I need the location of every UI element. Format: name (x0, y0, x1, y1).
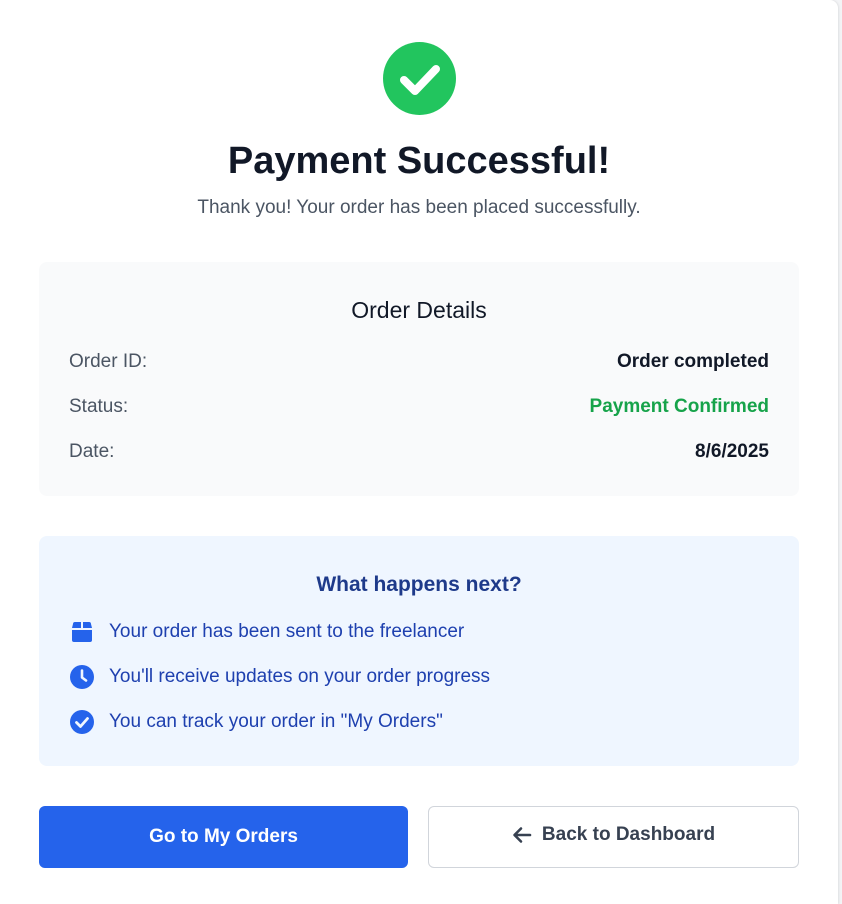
page-title: Payment Successful! (227, 140, 611, 182)
date-label: Date: (69, 441, 115, 462)
next-steps-panel: What happens next? Your order has been s… (39, 536, 799, 766)
back-to-dashboard-button[interactable]: Back to Dashboard (428, 806, 799, 868)
next-step-item: You can track your order in "My Orders" (69, 709, 769, 735)
arrow-left-icon (512, 826, 532, 844)
success-check-icon (383, 42, 456, 115)
page-subtitle: Thank you! Your order has been placed su… (197, 197, 641, 218)
next-step-text: Your order has been sent to the freelanc… (109, 621, 465, 642)
next-step-text: You'll receive updates on your order pro… (109, 666, 491, 687)
next-step-item: Your order has been sent to the freelanc… (69, 619, 769, 645)
date-value: 8/6/2025 (695, 441, 769, 462)
next-steps-heading: What happens next? (316, 573, 522, 596)
back-to-dashboard-label: Back to Dashboard (541, 824, 716, 845)
order-details-heading: Order Details (351, 297, 487, 323)
go-to-my-orders-button[interactable]: Go to My Orders (39, 806, 408, 868)
status-label: Status: (69, 396, 129, 417)
clock-icon (69, 664, 95, 690)
order-details-panel: Order Details Order ID: Order completed … (39, 262, 799, 496)
next-step-item: You'll receive updates on your order pro… (69, 664, 769, 690)
check-circle-icon (69, 709, 95, 735)
next-step-text: You can track your order in "My Orders" (109, 711, 443, 732)
go-to-my-orders-label: Go to My Orders (149, 826, 298, 847)
box-icon (69, 619, 95, 645)
order-id-label: Order ID: (69, 351, 148, 372)
status-value: Payment Confirmed (589, 396, 769, 417)
order-id-value: Order completed (616, 351, 769, 372)
payment-success-card: Payment Successful! Thank you! Your orde… (0, 0, 838, 904)
